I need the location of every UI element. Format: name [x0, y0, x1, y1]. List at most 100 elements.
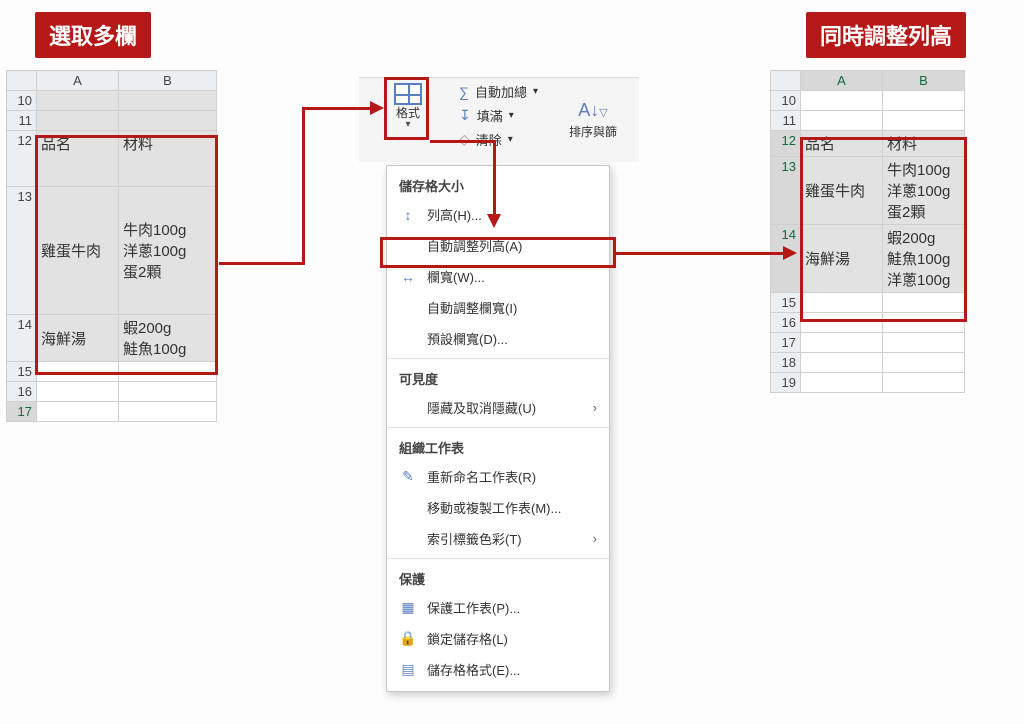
menu-rename-sheet[interactable]: ✎ 重新命名工作表(R) — [387, 461, 609, 492]
menu-autofit-row-height[interactable]: 自動調整列高(A) — [387, 230, 609, 261]
row-header[interactable]: 16 — [7, 382, 37, 402]
row-header[interactable]: 16 — [771, 313, 801, 333]
select-all-corner[interactable] — [7, 71, 37, 91]
chevron-down-icon: ▾ — [387, 120, 429, 130]
menu-section-visibility: 可見度 — [387, 363, 609, 392]
cell[interactable]: 材料 — [883, 131, 965, 157]
cell[interactable] — [37, 111, 119, 131]
row-header[interactable]: 13 — [771, 157, 801, 225]
chevron-down-icon: ▾ — [509, 110, 514, 121]
menu-format-cells[interactable]: ▤ 儲存格格式(E)... — [387, 654, 609, 685]
cell[interactable]: 牛肉100g 洋蔥100g 蛋2顆 — [883, 157, 965, 225]
cell[interactable] — [883, 313, 965, 333]
cell[interactable] — [119, 111, 217, 131]
menu-hide-unhide[interactable]: 隱藏及取消隱藏(U) › — [387, 392, 609, 423]
cell[interactable] — [883, 293, 965, 313]
cell[interactable] — [119, 362, 217, 382]
row-header[interactable]: 12 — [771, 131, 801, 157]
clear-button[interactable]: ◇ 清除 ▾ — [459, 130, 513, 149]
row-header[interactable]: 10 — [7, 91, 37, 111]
cell[interactable] — [883, 91, 965, 111]
eraser-icon: ◇ — [459, 131, 470, 148]
row-header[interactable]: 11 — [771, 111, 801, 131]
row-header[interactable]: 19 — [771, 373, 801, 393]
col-header-a[interactable]: A — [801, 71, 883, 91]
left-spreadsheet[interactable]: A B 10 11 12 品名 材料 13 雞蛋牛肉 牛肉100g 洋蔥100g… — [6, 70, 217, 422]
ribbon-fragment: 格式 ▾ ∑ 自動加總 ▾ ↧ 填滿 ▾ ◇ 清除 ▾ A↓▽ 排序與篩 — [359, 77, 639, 162]
format-button[interactable]: 格式 ▾ — [387, 80, 429, 138]
menu-lock-cell[interactable]: 🔒 鎖定儲存格(L) — [387, 623, 609, 654]
cell[interactable]: 海鮮湯 — [37, 315, 119, 362]
fill-label: 填滿 — [477, 106, 503, 125]
sort-filter-icon: A↓▽ — [578, 100, 607, 121]
rename-icon: ✎ — [399, 468, 417, 485]
cell[interactable]: 材料 — [119, 131, 217, 187]
autosum-button[interactable]: ∑ 自動加總 ▾ — [459, 82, 538, 101]
cell[interactable]: 品名 — [37, 131, 119, 187]
menu-move-copy-sheet[interactable]: 移動或複製工作表(M)... — [387, 492, 609, 523]
right-spreadsheet[interactable]: A B 10 11 12 品名 材料 13 雞蛋牛肉 牛肉100g 洋蔥100g… — [770, 70, 965, 393]
select-all-corner[interactable] — [771, 71, 801, 91]
cell[interactable]: 牛肉100g 洋蔥100g 蛋2顆 — [119, 187, 217, 315]
cell[interactable] — [119, 402, 217, 422]
col-header-b[interactable]: B — [883, 71, 965, 91]
menu-label: 自動調整列高(A) — [427, 236, 522, 255]
protect-sheet-icon: ▦ — [399, 599, 417, 616]
caption-left: 選取多欄 — [35, 12, 151, 58]
cell[interactable] — [801, 353, 883, 373]
row-header[interactable]: 13 — [7, 187, 37, 315]
menu-label: 保護工作表(P)... — [427, 598, 520, 617]
cell[interactable] — [801, 313, 883, 333]
menu-autofit-col-width[interactable]: 自動調整欄寬(I) — [387, 292, 609, 323]
chevron-down-icon: ▾ — [508, 134, 513, 145]
menu-label: 移動或複製工作表(M)... — [427, 498, 561, 517]
cell[interactable] — [37, 91, 119, 111]
fill-button[interactable]: ↧ 填滿 ▾ — [459, 106, 514, 125]
menu-col-width[interactable]: ↔ 欄寬(W)... — [387, 261, 609, 292]
cell[interactable] — [883, 333, 965, 353]
row-header[interactable]: 14 — [7, 315, 37, 362]
cell[interactable] — [801, 333, 883, 353]
cell[interactable]: 雞蛋牛肉 — [37, 187, 119, 315]
menu-label: 預設欄寬(D)... — [427, 329, 508, 348]
cell[interactable] — [37, 362, 119, 382]
cell[interactable] — [119, 91, 217, 111]
row-header[interactable]: 15 — [771, 293, 801, 313]
row-header[interactable]: 17 — [7, 402, 37, 422]
menu-default-width[interactable]: 預設欄寬(D)... — [387, 323, 609, 354]
cell[interactable] — [883, 111, 965, 131]
cell[interactable] — [801, 373, 883, 393]
format-cells-icon: ▤ — [399, 661, 417, 678]
row-header[interactable]: 10 — [771, 91, 801, 111]
autosum-label: 自動加總 — [475, 82, 527, 101]
row-header[interactable]: 15 — [7, 362, 37, 382]
row-header[interactable]: 14 — [771, 225, 801, 293]
col-header-b[interactable]: B — [119, 71, 217, 91]
cell[interactable] — [801, 111, 883, 131]
cell[interactable]: 品名 — [801, 131, 883, 157]
cell[interactable]: 海鮮湯 — [801, 225, 883, 293]
row-header[interactable]: 12 — [7, 131, 37, 187]
cell[interactable] — [37, 382, 119, 402]
cell[interactable] — [801, 293, 883, 313]
row-header[interactable]: 18 — [771, 353, 801, 373]
menu-protect-sheet[interactable]: ▦ 保護工作表(P)... — [387, 592, 609, 623]
cell[interactable] — [37, 402, 119, 422]
menu-tab-color[interactable]: 索引標籤色彩(T) › — [387, 523, 609, 554]
lock-icon: 🔒 — [399, 630, 417, 647]
cell[interactable]: 蝦200g 鮭魚100g — [119, 315, 217, 362]
sort-filter-button[interactable]: A↓▽ 排序與篩 — [569, 100, 617, 140]
cell[interactable] — [119, 382, 217, 402]
cell[interactable] — [801, 91, 883, 111]
row-header[interactable]: 11 — [7, 111, 37, 131]
cell[interactable] — [883, 373, 965, 393]
col-header-a[interactable]: A — [37, 71, 119, 91]
cell[interactable] — [883, 353, 965, 373]
cell[interactable]: 蝦200g 鮭魚100g 洋蔥100g — [883, 225, 965, 293]
menu-label: 儲存格格式(E)... — [427, 660, 520, 679]
menu-row-height[interactable]: ↕ 列高(H)... — [387, 199, 609, 230]
clear-label: 清除 — [476, 130, 502, 149]
menu-label: 鎖定儲存格(L) — [427, 629, 508, 648]
row-header[interactable]: 17 — [771, 333, 801, 353]
cell[interactable]: 雞蛋牛肉 — [801, 157, 883, 225]
